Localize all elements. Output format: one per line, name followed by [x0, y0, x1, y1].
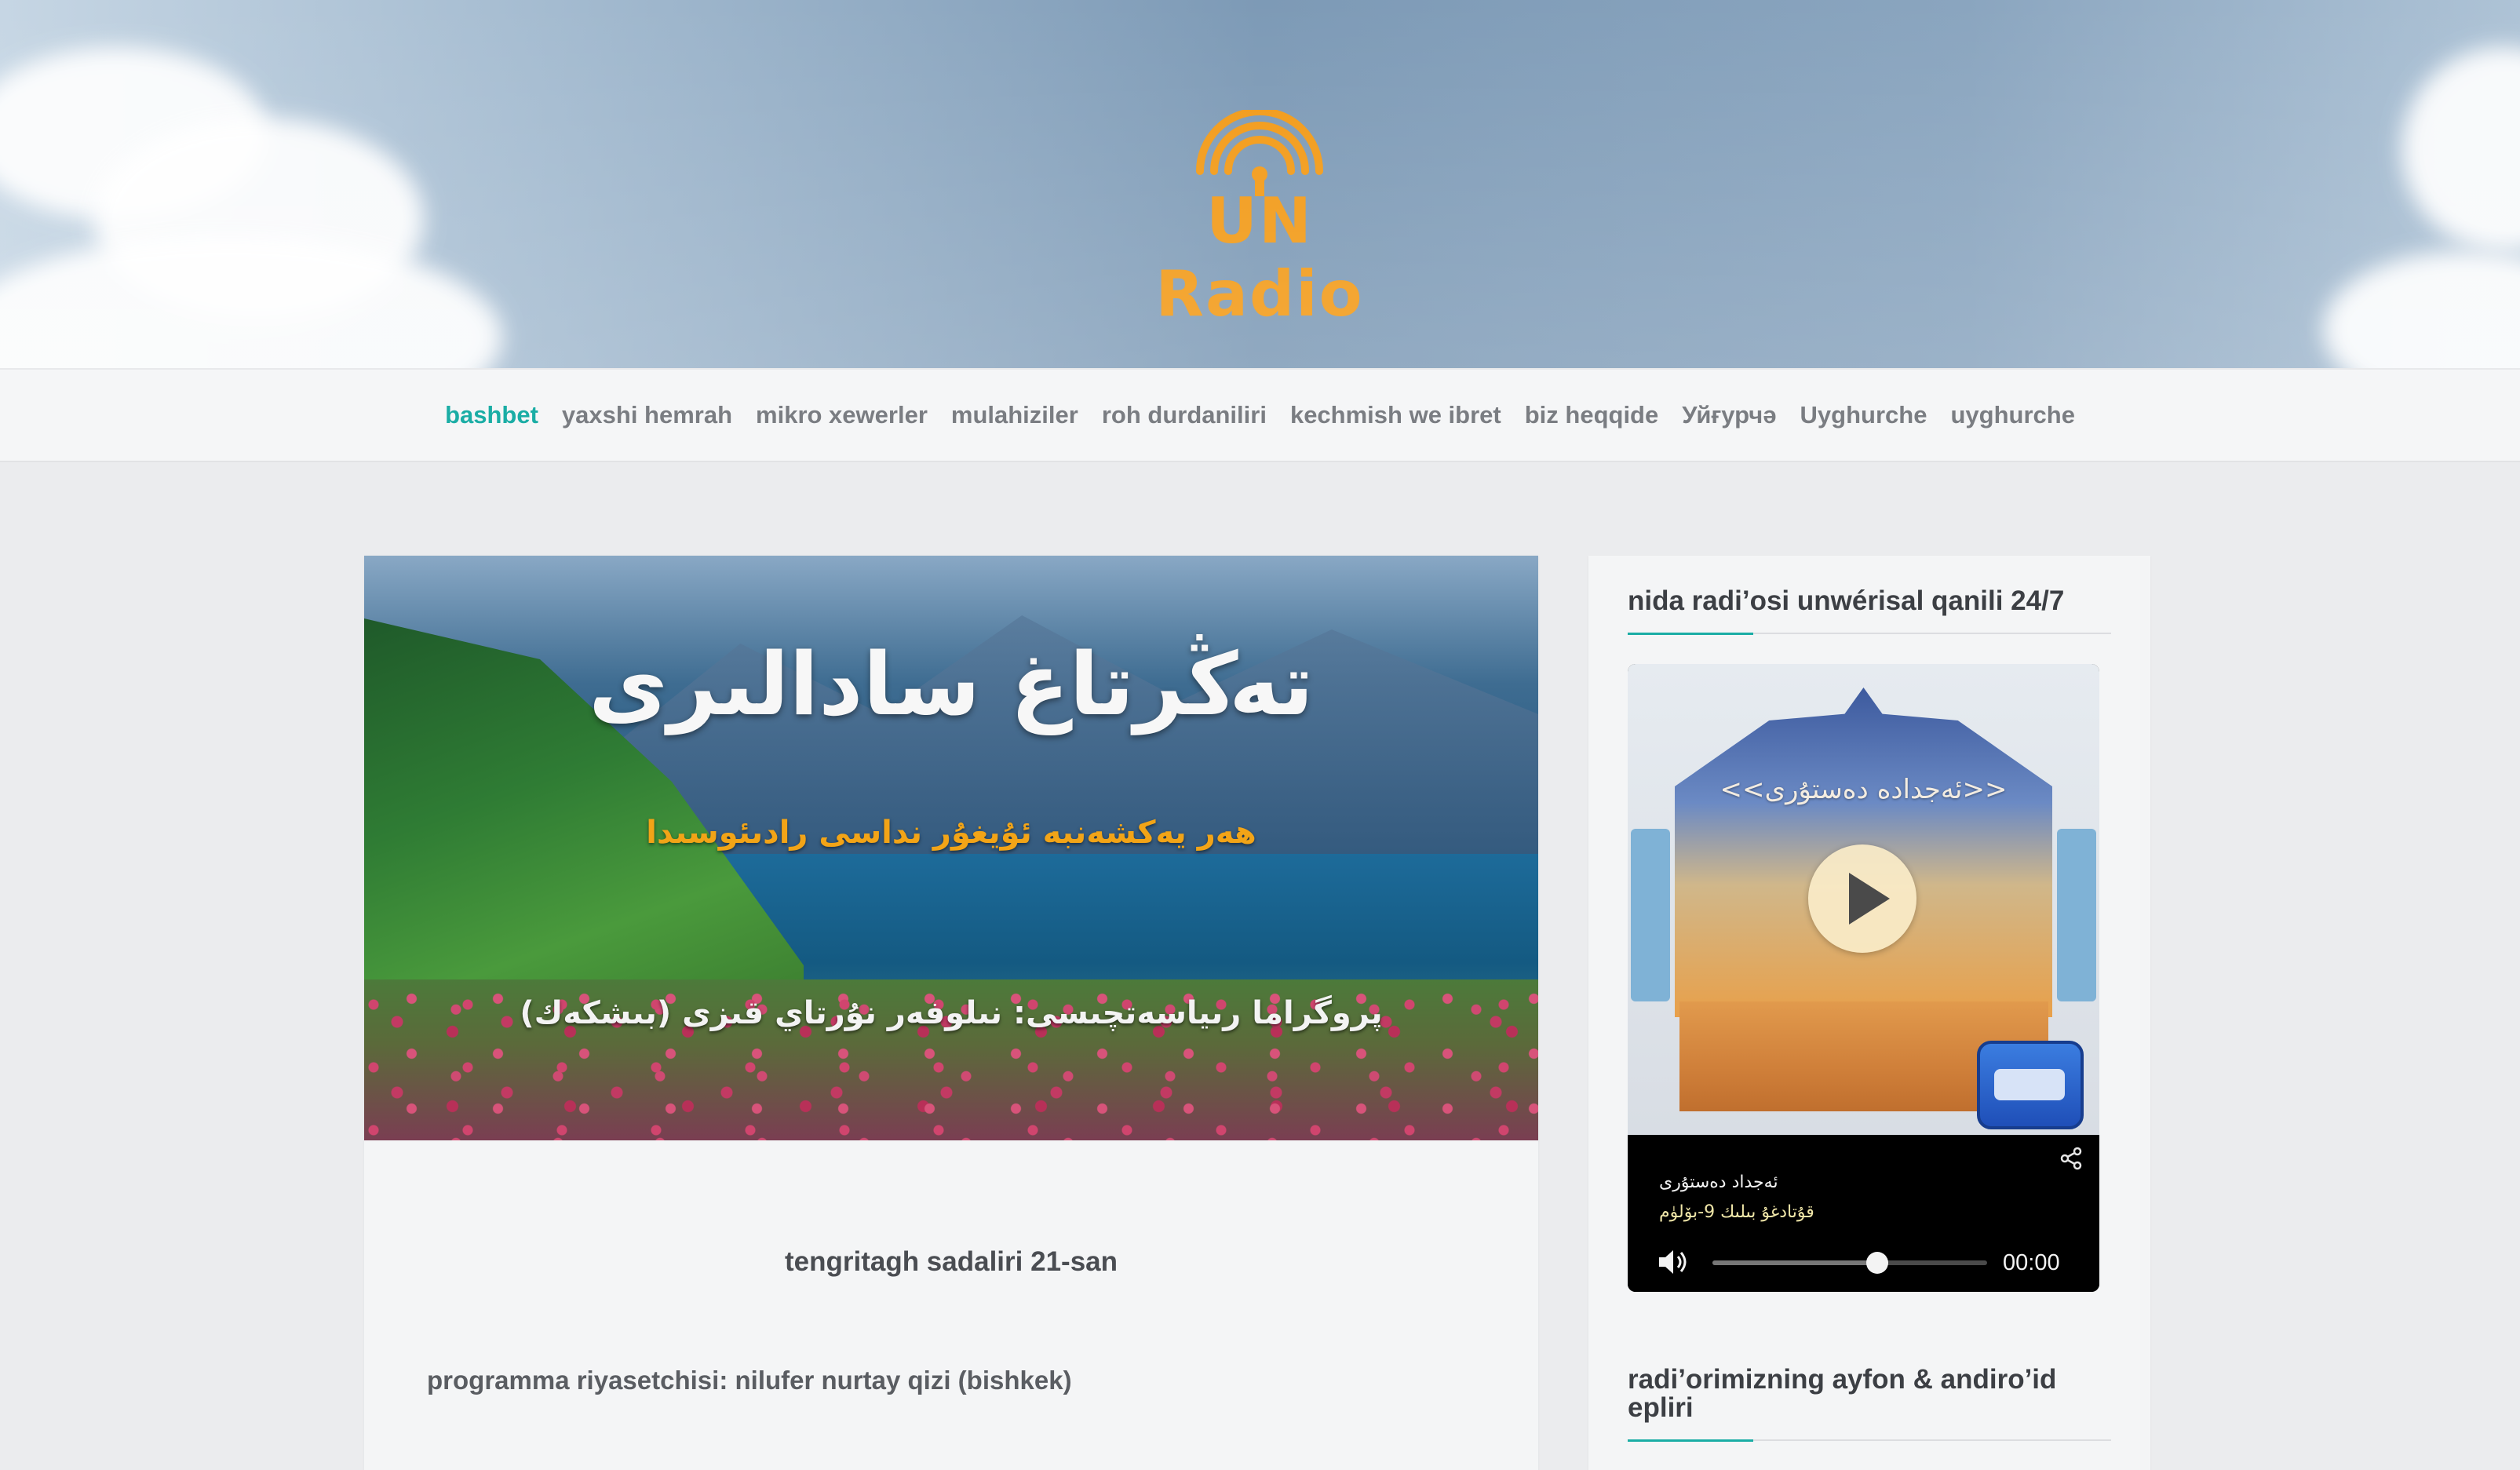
logo-text: UN Radio	[1155, 184, 1364, 330]
player-artwork: <<ئەجدادە دەستۇرى>>	[1628, 664, 2099, 1135]
nav-item-uyghurche[interactable]: uyghurche	[1950, 401, 2074, 429]
post-title[interactable]: tengritagh sadaliri 21-san	[364, 1246, 1538, 1278]
nav-item-kechmish-we-ibret[interactable]: kechmish we ibret	[1290, 401, 1501, 429]
hero-host-line: پروگراما رىياسەتچىسى: نىلوفەر نۇرتاي قىز…	[520, 995, 1383, 1031]
post-body-text: programma riyasetchisi: nilufer nurtay q…	[427, 1366, 1072, 1395]
track-title: ئەجداد دەستۇرى	[1659, 1173, 1778, 1192]
share-icon[interactable]	[2059, 1146, 2084, 1171]
player-controls: ئەجداد دەستۇرى قۇتادغۇ بىلىك 9-بۆلۈم 00:…	[1628, 1135, 2099, 1292]
cloud-left-3	[0, 235, 502, 368]
hero-title: تەڭرتاغ سادالىرى	[589, 634, 1314, 735]
widget-divider-2	[1628, 1439, 2111, 1442]
post-hero-image[interactable]: تەڭرتاغ سادالىرى ھەر يەكشەنبە ئۇيغۇر ندا…	[364, 556, 1538, 1140]
nav-item-biz-heqqide[interactable]: biz heqqide	[1525, 401, 1659, 429]
nav-item-bashbet[interactable]: bashbet	[445, 401, 538, 429]
site-logo[interactable]: UN Radio	[1110, 108, 1409, 330]
nav-item-roh-durdaniliri[interactable]: roh durdaniliri	[1102, 401, 1267, 429]
widget-title-apps: radi’orimizning ayfon & andiro’id epliri	[1628, 1364, 2057, 1423]
seek-bar[interactable]	[1712, 1252, 1987, 1274]
radio-waves-icon	[1196, 108, 1323, 196]
main-nav: bashbet yaxshi hemrah mikro xewerler mul…	[0, 368, 2520, 462]
volume-icon[interactable]	[1658, 1249, 1689, 1275]
seek-bar-fill	[1712, 1260, 1877, 1265]
nav-item-mulahiziler[interactable]: mulahiziler	[951, 401, 1078, 429]
cloud-left-2	[94, 118, 424, 322]
radio-icon	[1977, 1041, 2084, 1129]
audio-player: <<ئەجدادە دەستۇرى>> ئەجداد دەستۇرى قۇتاد…	[1628, 664, 2099, 1292]
play-button[interactable]	[1808, 844, 1916, 953]
widget-title-radio: nida radi’osi unwérisal qanili 24/7	[1628, 585, 2065, 616]
seek-bar-handle[interactable]	[1866, 1252, 1888, 1274]
sidebar: nida radi’osi unwérisal qanili 24/7 <<ئە…	[1588, 556, 2150, 1470]
nav-item-uyghurche-latin[interactable]: Uyghurche	[1800, 401, 1927, 429]
cloud-left	[0, 47, 267, 220]
nav-item-yaxshi-hemrah[interactable]: yaxshi hemrah	[562, 401, 732, 429]
post-card: تەڭرتاغ سادالىرى ھەر يەكشەنبە ئۇيغۇر ندا…	[364, 556, 1538, 1470]
artwork-ornament-left	[1631, 829, 1670, 1001]
hero-subtitle: ھەر يەكشەنبە ئۇيغۇر نداسى رادىئوسىدا	[646, 815, 1256, 851]
nav-item-uyghur-cyrillic[interactable]: Уйғурчә	[1682, 401, 1776, 429]
playback-time: 00:00	[2003, 1250, 2060, 1275]
artwork-ornament-right	[2057, 829, 2096, 1001]
nav-item-mikro-xewerler[interactable]: mikro xewerler	[756, 401, 928, 429]
widget-divider	[1628, 633, 2111, 635]
header-banner: UN Radio	[0, 0, 2520, 368]
artwork-text: <<ئەجدادە دەستۇرى>>	[1720, 774, 2008, 805]
cloud-right-2	[2323, 251, 2520, 368]
track-subtitle: قۇتادغۇ بىلىك 9-بۆلۈم	[1659, 1202, 1814, 1222]
cloud-right	[2401, 47, 2520, 251]
